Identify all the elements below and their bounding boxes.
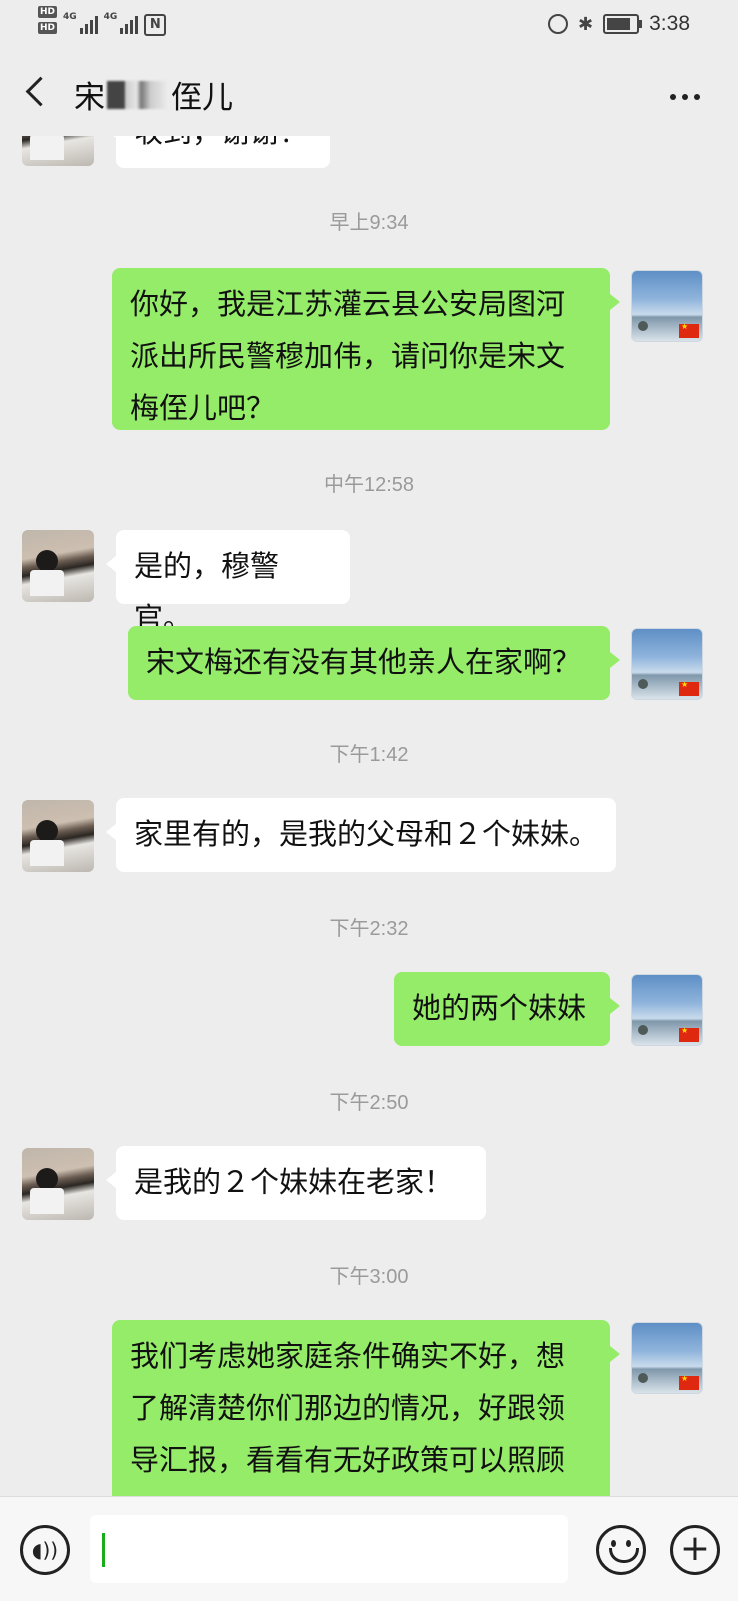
message-text: 家里有的，是我的父母和２个妹妹。 xyxy=(134,817,599,851)
message-outgoing[interactable]: 我们考虑她家庭条件确实不好，想了解清楚你们那边的情况，好跟领导汇报，看看有无好政… xyxy=(112,1320,620,1496)
self-avatar[interactable] xyxy=(631,270,703,342)
flag-icon xyxy=(679,1374,699,1390)
nav-bar: 宋 侄儿 xyxy=(0,56,738,136)
plus-icon[interactable]: + xyxy=(670,1525,720,1575)
network-type-1: 4G xyxy=(63,12,77,22)
contact-avatar[interactable] xyxy=(22,136,94,166)
message-input[interactable] xyxy=(90,1515,568,1583)
battery-icon xyxy=(603,14,643,34)
timestamp: 下午2:32 xyxy=(329,918,409,940)
self-avatar[interactable] xyxy=(631,1322,703,1394)
title-prefix: 宋 xyxy=(74,80,105,116)
message-text: 她的两个妹妹 xyxy=(412,991,587,1025)
message-outgoing[interactable]: 你好，我是江苏灌云县公安局图河派出所民警穆加伟，请问你是宋文梅侄儿吧？ xyxy=(112,268,620,430)
timestamp: 中午12:58 xyxy=(323,474,415,496)
emoji-icon[interactable] xyxy=(596,1525,646,1575)
back-icon[interactable] xyxy=(25,76,56,107)
flag-icon xyxy=(679,680,699,696)
more-icon[interactable] xyxy=(670,94,700,100)
network-type-2: 4G xyxy=(103,12,118,22)
message-text: 是我的２个妹妹在老家！ xyxy=(134,1165,454,1199)
message-text: 宋文梅还有没有其他亲人在家啊？ xyxy=(146,645,582,679)
message-text: 你好，我是江苏灌云县公安局图河派出所民警穆加伟，请问你是宋文梅侄儿吧？ xyxy=(130,287,566,425)
redacted-name xyxy=(107,80,169,109)
signal-icon-2: 4G xyxy=(104,12,139,34)
chat-title: 宋 侄儿 xyxy=(74,72,233,117)
message-text: 收到，谢谢！ xyxy=(134,136,308,149)
timestamp: 下午3:00 xyxy=(329,1266,409,1288)
title-suffix: 侄儿 xyxy=(171,80,233,116)
chat-area[interactable]: 收到，谢谢！ 早上9:34 你好，我是江苏灌云县公安局图河派出所民警穆加伟，请问… xyxy=(0,136,738,1496)
hd-badge-1: HD xyxy=(38,6,58,18)
self-avatar[interactable] xyxy=(631,628,703,700)
message-incoming[interactable]: 收到，谢谢！ xyxy=(106,136,330,168)
input-bar: ◖)) + xyxy=(0,1496,738,1601)
nfc-icon: N xyxy=(144,14,167,36)
status-bar: HD HD 4G 4G N ✱ 3:38 xyxy=(0,0,738,50)
contact-avatar[interactable] xyxy=(22,800,94,872)
message-incoming[interactable]: 家里有的，是我的父母和２个妹妹。 xyxy=(106,798,616,872)
message-text: 我们考虑她家庭条件确实不好，想了解清楚你们那边的情况，好跟领导汇报，看看有无好政… xyxy=(130,1339,566,1477)
bluetooth-icon: ✱ xyxy=(578,13,594,35)
flag-icon xyxy=(679,322,699,338)
contact-avatar[interactable] xyxy=(22,1148,94,1220)
message-incoming[interactable]: 是我的２个妹妹在老家！ xyxy=(106,1146,486,1220)
message-text: 是的，穆警官。 xyxy=(134,549,280,635)
hd-badge-2: HD xyxy=(38,22,58,34)
contact-avatar[interactable] xyxy=(22,530,94,602)
timestamp: 下午1:42 xyxy=(329,744,409,766)
message-outgoing[interactable]: 她的两个妹妹 xyxy=(394,972,620,1046)
message-incoming[interactable]: 是的，穆警官。 xyxy=(106,530,350,635)
self-avatar[interactable] xyxy=(631,974,703,1046)
timestamp: 早上9:34 xyxy=(329,212,409,234)
signal-icon: 4G xyxy=(63,12,98,34)
clock: 3:38 xyxy=(649,12,690,35)
message-outgoing[interactable]: 宋文梅还有没有其他亲人在家啊？ xyxy=(128,626,620,700)
text-caret xyxy=(102,1533,105,1567)
alarm-icon xyxy=(548,14,569,34)
voice-icon[interactable]: ◖)) xyxy=(20,1525,70,1575)
flag-icon xyxy=(679,1026,699,1042)
timestamp: 下午2:50 xyxy=(329,1092,409,1114)
